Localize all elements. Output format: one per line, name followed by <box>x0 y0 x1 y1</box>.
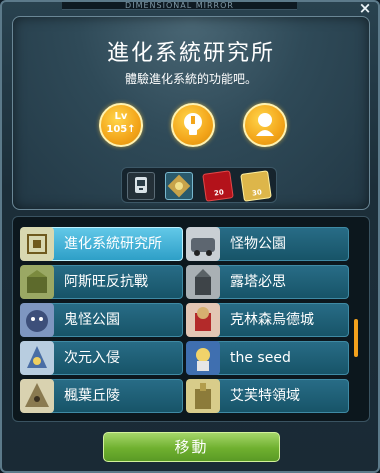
list-item-maple-hill[interactable]: 楓葉丘陵 <box>20 379 183 413</box>
monster-park-bus-icon <box>186 227 220 261</box>
list-item-label: 次元入侵 <box>64 350 120 366</box>
list-item-label: 鬼怪公園 <box>64 312 120 328</box>
reward-icon-row: 20 30 <box>121 167 277 203</box>
header-panel: 進化系統研究所 體驗進化系統的功能吧。 Lv 105↑ 20 30 <box>12 16 370 210</box>
device-icon[interactable] <box>127 172 155 200</box>
list-item-monster-park[interactable]: 鬼怪公園 <box>20 303 183 337</box>
move-button[interactable]: 移動 <box>103 432 280 462</box>
gold-ticket-count: 30 <box>251 188 263 198</box>
window-banner: DIMENSIONAL MIRROR <box>62 2 297 10</box>
level-requirement-icon: Lv 105↑ <box>99 103 143 147</box>
level-badge-value: 105↑ <box>106 124 136 135</box>
red-ticket-count: 20 <box>213 188 225 198</box>
list-scrollbar[interactable] <box>354 319 358 357</box>
azwan-fortress-icon <box>20 265 54 299</box>
list-item-dimension-invasion[interactable]: 次元入侵 <box>20 341 183 375</box>
core-icon[interactable] <box>165 172 193 200</box>
research-lab-icon <box>20 227 54 261</box>
dimension-invasion-icon <box>20 341 54 375</box>
list-item-label: 楓葉丘陵 <box>64 388 120 404</box>
list-item-label: 露塔必思 <box>230 274 286 290</box>
list-item-label: the seed <box>230 350 291 366</box>
list-item-root-abyss[interactable]: 露塔必思 <box>186 265 349 299</box>
list-item-the-seed[interactable]: the seed <box>186 341 349 375</box>
list-item-azwan[interactable]: 阿斯旺反抗戰 <box>20 265 183 299</box>
root-abyss-icon <box>186 265 220 299</box>
level-badge-label: Lv <box>114 111 128 122</box>
list-item-crimsonwood[interactable]: 克林森烏德城 <box>186 303 349 337</box>
dimensional-mirror-window: DIMENSIONAL MIRROR × 進化系統研究所 體驗進化系統的功能吧。… <box>0 0 380 473</box>
list-item-label: 艾芙特領域 <box>230 388 300 404</box>
list-item-research-lab[interactable]: 進化系統研究所 <box>20 227 183 261</box>
list-item-label: 怪物公園 <box>230 236 286 252</box>
list-item-label: 阿斯旺反抗戰 <box>64 274 148 290</box>
list-item-monster-park-bus[interactable]: 怪物公園 <box>186 227 349 261</box>
maple-hill-icon <box>20 379 54 413</box>
page-subtitle: 體驗進化系統的功能吧。 <box>124 72 257 86</box>
list-item-label: 克林森烏德城 <box>230 312 314 328</box>
character-silhouette-icon <box>243 103 287 147</box>
monster-park-icon <box>20 303 54 337</box>
list-item-label: 進化系統研究所 <box>64 236 162 252</box>
list-item-elf-domain[interactable]: 艾芙特領域 <box>186 379 349 413</box>
gold-ticket-icon[interactable]: 30 <box>240 170 272 202</box>
crimsonwood-icon <box>186 303 220 337</box>
elf-domain-icon <box>186 379 220 413</box>
red-ticket-icon[interactable]: 20 <box>202 170 234 202</box>
dungeon-list: 進化系統研究所 阿斯旺反抗戰 鬼怪公園 次元入侵 楓葉丘陵 怪物公園 露塔必思 … <box>12 216 370 422</box>
the-seed-icon <box>186 341 220 375</box>
quest-lightbulb-icon <box>171 103 215 147</box>
close-button[interactable]: × <box>356 1 374 16</box>
page-title: 進化系統研究所 <box>106 41 275 66</box>
